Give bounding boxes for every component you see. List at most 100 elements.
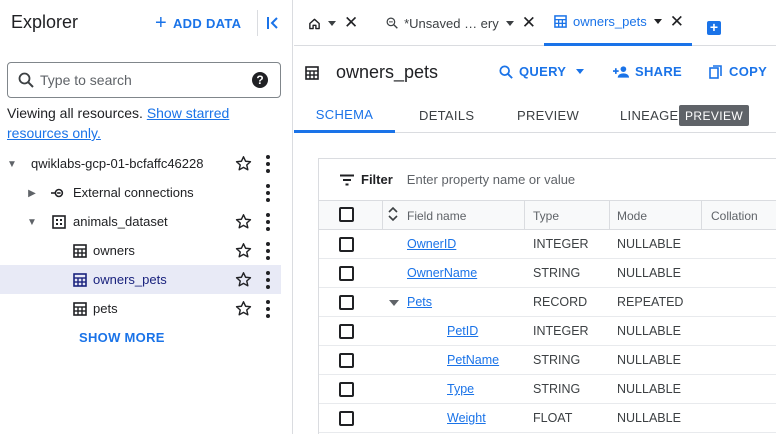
help-icon[interactable]: ?: [252, 72, 268, 88]
tree-item-label: qwiklabs-gcp-01-bcfaffc46228: [31, 156, 204, 171]
field-mode: NULLABLE: [617, 353, 681, 367]
tree-item-label: animals_dataset: [73, 214, 168, 229]
tab-lineage[interactable]: LINEAGE: [620, 98, 678, 133]
table-row: OwnerID INTEGER NULLABLE: [319, 230, 776, 259]
add-data-button[interactable]: + ADD DATA: [155, 13, 242, 33]
schema-filter[interactable]: Filter: [319, 159, 776, 200]
editor-tab-bar: ✕ *Unsaved … ery ✕ owners_pets ✕ +: [294, 0, 776, 46]
more-vert-icon[interactable]: [265, 184, 271, 202]
add-tab-icon[interactable]: +: [707, 20, 721, 35]
tab-home[interactable]: ✕: [308, 0, 378, 46]
row-checkbox[interactable]: [339, 324, 354, 339]
field-type: INTEGER: [533, 324, 589, 338]
column-header-type[interactable]: Type: [533, 209, 559, 223]
row-checkbox[interactable]: [339, 353, 354, 368]
connection-icon: [51, 186, 65, 200]
viewing-label: Viewing all resources.: [7, 105, 143, 121]
main-panel: ✕ *Unsaved … ery ✕ owners_pets ✕ + owner…: [294, 0, 776, 434]
tab-owners-pets[interactable]: owners_pets ✕: [544, 0, 692, 46]
person-add-icon: [613, 65, 630, 78]
field-type: FLOAT: [533, 411, 573, 425]
field-name-link[interactable]: Pets: [407, 295, 432, 309]
field-name-link[interactable]: OwnerID: [407, 237, 456, 251]
star-icon[interactable]: [235, 155, 252, 172]
column-divider: [524, 200, 525, 230]
close-icon[interactable]: ✕: [670, 12, 684, 32]
expand-caret-icon[interactable]: [389, 300, 399, 306]
tree-item-animals-dataset[interactable]: ▼ animals_dataset: [0, 207, 281, 236]
row-checkbox[interactable]: [339, 237, 354, 252]
table-name: owners_pets: [336, 62, 439, 82]
copy-button[interactable]: COPY: [709, 64, 767, 79]
filter-input[interactable]: [406, 172, 657, 187]
share-button[interactable]: SHARE: [613, 64, 682, 79]
more-vert-icon[interactable]: [265, 155, 271, 173]
star-icon[interactable]: [235, 213, 252, 230]
explorer-header: Explorer + ADD DATA: [0, 0, 293, 46]
more-vert-icon[interactable]: [265, 242, 271, 260]
viewing-resources-text: Viewing all resources. Show starred reso…: [7, 103, 285, 143]
explorer-title: Explorer: [11, 12, 79, 32]
query-button[interactable]: QUERY: [499, 64, 585, 79]
sort-icon[interactable]: [388, 206, 398, 225]
tree-item-external-connections[interactable]: ▶ External connections: [0, 178, 281, 207]
more-vert-icon[interactable]: [265, 213, 271, 231]
star-icon[interactable]: [235, 271, 252, 288]
field-name-link[interactable]: Type: [447, 382, 474, 396]
field-type: STRING: [533, 353, 581, 367]
field-mode: NULLABLE: [617, 411, 681, 425]
field-name-link[interactable]: PetName: [447, 353, 499, 367]
star-icon[interactable]: [235, 242, 252, 259]
caret-right-icon[interactable]: ▶: [26, 187, 38, 199]
field-name-link[interactable]: Weight: [447, 411, 486, 425]
row-checkbox[interactable]: [339, 295, 354, 310]
add-data-label: ADD DATA: [172, 15, 242, 31]
tree-item-owners[interactable]: owners: [0, 236, 281, 265]
column-divider: [701, 200, 702, 230]
row-checkbox[interactable]: [339, 382, 354, 397]
field-mode: NULLABLE: [617, 324, 681, 338]
tree-item-project[interactable]: ▼ qwiklabs-gcp-01-bcfaffc46228: [0, 149, 281, 178]
close-icon[interactable]: ✕: [344, 13, 358, 33]
search-icon: [18, 72, 34, 88]
more-vert-icon[interactable]: [265, 271, 271, 289]
chevron-down-icon[interactable]: [328, 20, 336, 26]
more-vert-icon[interactable]: [265, 300, 271, 318]
search-icon: [499, 64, 513, 79]
column-header-mode[interactable]: Mode: [617, 209, 647, 223]
select-all-checkbox[interactable]: [339, 207, 354, 222]
collapse-panel-button[interactable]: [257, 10, 287, 36]
tree-item-label: owners_pets: [93, 272, 167, 287]
filter-label: Filter: [361, 172, 393, 187]
field-type: STRING: [533, 382, 581, 396]
tree-item-owners-pets[interactable]: owners_pets: [0, 265, 281, 294]
tab-label: *Unsaved … ery: [404, 15, 499, 31]
column-divider: [382, 200, 383, 230]
query-label: QUERY: [519, 64, 567, 79]
filter-icon: [339, 174, 355, 186]
tab-preview[interactable]: PREVIEW: [517, 98, 579, 133]
caret-down-icon[interactable]: ▼: [26, 216, 38, 228]
caret-down-icon[interactable]: ▼: [6, 158, 18, 170]
dataset-icon: [52, 215, 66, 229]
star-icon[interactable]: [235, 300, 252, 317]
column-header-collation[interactable]: Collation: [711, 209, 758, 223]
tab-unsaved-query[interactable]: *Unsaved … ery ✕: [386, 0, 536, 46]
close-icon[interactable]: ✕: [522, 13, 536, 33]
explorer-search[interactable]: ?: [7, 62, 281, 98]
show-more-button[interactable]: SHOW MORE: [79, 330, 165, 345]
share-label: SHARE: [635, 64, 683, 79]
chevron-down-icon[interactable]: [505, 20, 514, 26]
tab-schema[interactable]: SCHEMA: [294, 98, 395, 133]
row-checkbox[interactable]: [339, 266, 354, 281]
row-checkbox[interactable]: [339, 411, 354, 426]
search-input[interactable]: [40, 72, 240, 88]
tab-details[interactable]: DETAILS: [419, 98, 474, 133]
copy-label: COPY: [729, 64, 768, 79]
column-header-field-name[interactable]: Field name: [407, 209, 466, 223]
table-row: PetID INTEGER NULLABLE: [319, 317, 776, 346]
field-name-link[interactable]: OwnerName: [407, 266, 477, 280]
tree-item-pets[interactable]: pets: [0, 294, 281, 323]
field-name-link[interactable]: PetID: [447, 324, 478, 338]
chevron-down-icon[interactable]: [653, 19, 662, 24]
